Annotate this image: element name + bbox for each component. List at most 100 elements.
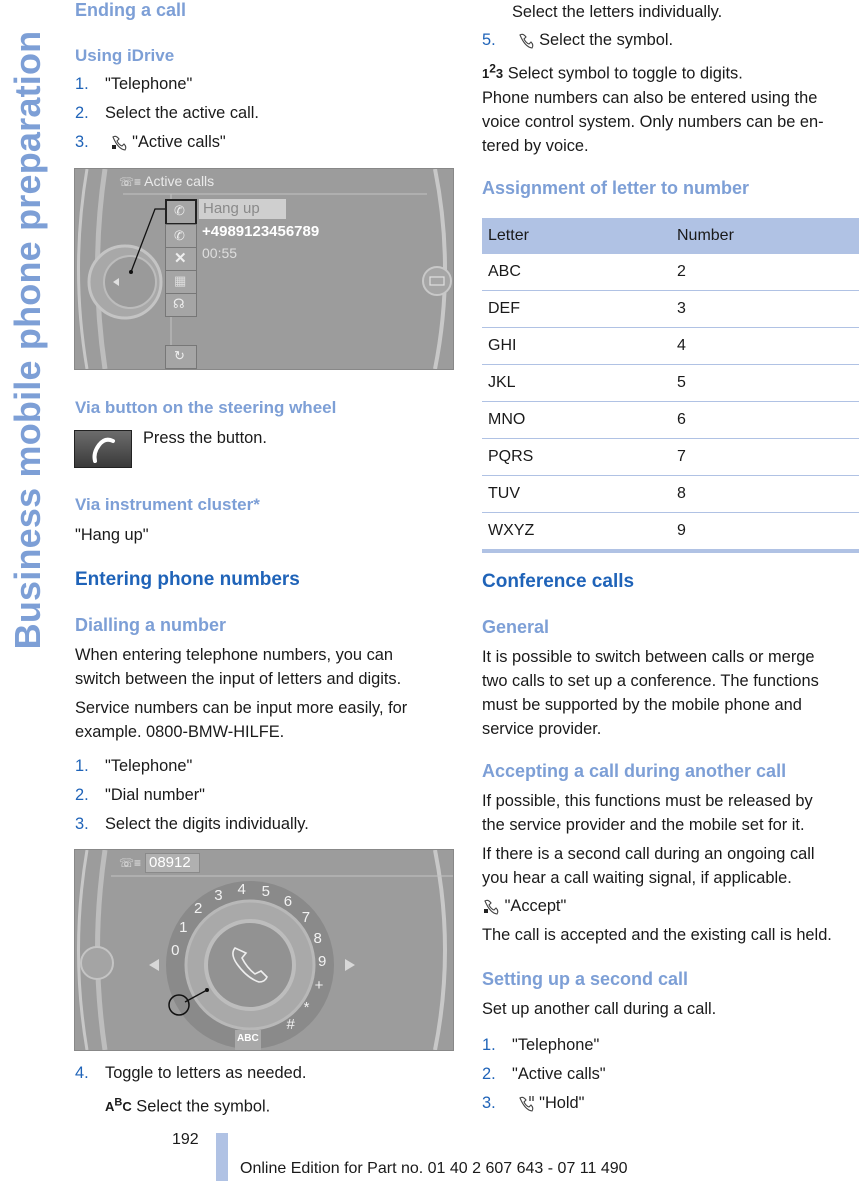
- phone-handset-icon: [92, 437, 115, 463]
- section-title-entering-numbers: Entering phone numbers: [75, 569, 300, 590]
- section-title-conference: Conference calls: [482, 571, 635, 592]
- cell-number: 6: [671, 401, 859, 439]
- table-row: MNO 6: [482, 401, 859, 439]
- keypad-icon: ▦: [174, 273, 187, 288]
- paragraph-line: The call is accepted and the existing ca…: [482, 926, 832, 944]
- paragraph-line: voice control system. Only numbers can b…: [482, 113, 824, 131]
- cell-number: 7: [671, 438, 859, 476]
- table-row: DEF 3: [482, 290, 859, 328]
- table-row: PQRS 7: [482, 438, 859, 476]
- arrow-right-icon[interactable]: [345, 959, 355, 971]
- idrive-screen-dial-number: ☏≡ 08912 0 1 2 3 4 5 6 7 8 9 + * # ABC: [74, 849, 454, 1051]
- dial-screen-header: ☏≡: [119, 854, 141, 870]
- phone-hangup-icon: [111, 135, 126, 151]
- menu-icon-hold[interactable]: ✆: [165, 224, 197, 248]
- step-item: 1. "Telephone": [482, 1036, 600, 1054]
- paragraph-line: If there is a second call during an ongo…: [482, 845, 815, 863]
- subheading-general: General: [482, 617, 550, 637]
- hang-up-option[interactable]: Hang up: [199, 199, 286, 219]
- telephone-menu-icon: ☏≡: [119, 175, 142, 189]
- table-header-row: Letter Number: [482, 218, 859, 254]
- subheading-dialling: Dialling a number: [75, 615, 227, 635]
- arrow-left-icon[interactable]: [149, 959, 159, 971]
- side-chapter-title-text: Business mobile phone preparation: [7, 30, 48, 650]
- step-sub-item: ABC Select the symbol.: [105, 1097, 271, 1116]
- column-header-number: Number: [671, 218, 859, 254]
- dial-digit[interactable]: 2: [194, 900, 202, 917]
- cell-letters: TUV: [482, 475, 671, 513]
- page-number: 192: [172, 1131, 199, 1148]
- phone-hangup-icon: ✆: [174, 203, 185, 218]
- side-chapter-title: Business mobile phone preparation: [0, 0, 58, 680]
- table-row: TUV 8: [482, 475, 859, 513]
- dial-digit[interactable]: 7: [302, 909, 310, 926]
- step-item: 3. Select the digits individually.: [75, 815, 309, 833]
- dial-digit[interactable]: #: [286, 1016, 294, 1033]
- cell-letters: ABC: [482, 254, 671, 291]
- cell-number: 8: [671, 475, 859, 513]
- cell-letters: MNO: [482, 401, 671, 439]
- dial-digit[interactable]: 1: [179, 919, 187, 936]
- table-row: JKL 5: [482, 364, 859, 402]
- cell-letters: DEF: [482, 290, 671, 328]
- caller-phone-number: +4989123456789: [202, 223, 320, 240]
- dial-digit[interactable]: 6: [284, 893, 292, 910]
- step-item: 3. "Hold": [482, 1094, 585, 1112]
- dial-digit[interactable]: +: [315, 977, 324, 994]
- dial-digit[interactable]: 8: [314, 930, 322, 947]
- dial-digit[interactable]: 3: [214, 887, 222, 904]
- cell-letters: PQRS: [482, 438, 671, 476]
- phone-dial-icon: [518, 33, 533, 49]
- cell-letters: JKL: [482, 364, 671, 402]
- paragraph-line: you hear a call waiting signal, if appli…: [482, 869, 792, 887]
- table-row: WXYZ 9: [482, 512, 859, 553]
- steering-wheel-phone-button: [74, 430, 132, 468]
- paragraph-line: two calls to set up a conference. The fu…: [482, 672, 819, 690]
- menu-icon-hang-up[interactable]: ✆: [165, 199, 197, 225]
- dial-center[interactable]: [204, 919, 296, 1011]
- dial-digit[interactable]: 5: [262, 883, 270, 900]
- telephone-menu-icon: ☏≡: [119, 856, 142, 870]
- section-title-ending-call: Ending a call: [75, 0, 187, 20]
- dial-digit[interactable]: *: [304, 999, 310, 1016]
- phone-hold-icon: ✆: [174, 228, 185, 243]
- footer-accent-bar: [216, 1133, 228, 1181]
- dial-digit[interactable]: 9: [318, 953, 326, 970]
- continuation-line: Select the letters individually.: [512, 3, 723, 21]
- accept-line: "Accept": [482, 894, 566, 918]
- paragraph-line: service provider.: [482, 720, 602, 738]
- dial-digit[interactable]: 4: [238, 881, 246, 898]
- subheading-via-instrument-cluster: Via instrument cluster*: [75, 495, 260, 514]
- menu-icon-mute[interactable]: ✕: [165, 247, 197, 271]
- step-item: 3. "Active calls": [75, 133, 226, 151]
- cell-number: 5: [671, 364, 859, 402]
- paragraph-line: switch between the input of letters and …: [75, 670, 402, 688]
- phone-swap-icon: ↻: [174, 348, 185, 363]
- cell-number: 9: [671, 512, 859, 553]
- menu-icon-keypad[interactable]: ▦: [165, 270, 197, 294]
- call-duration: 00:55: [202, 245, 238, 261]
- cluster-hang-up-text: "Hang up": [75, 526, 149, 544]
- dial-digit[interactable]: 0: [171, 942, 179, 959]
- column-header-letter: Letter: [482, 218, 671, 254]
- cell-letters: WXYZ: [482, 512, 671, 553]
- 123-toggle-icon: 123: [482, 62, 504, 82]
- press-button-text: Press the button.: [143, 429, 267, 447]
- phone-accept-icon: [484, 899, 499, 915]
- table-row: GHI 4: [482, 327, 859, 365]
- menu-icon-swap[interactable]: ↻: [165, 345, 197, 369]
- abc-toggle-icon: ABC: [105, 1097, 132, 1115]
- paragraph-line: When entering telephone numbers, you can: [75, 646, 394, 664]
- menu-icon-conference[interactable]: ☊: [165, 293, 197, 317]
- digits-toggle-line: 123 Select symbol to toggle to digits.: [482, 62, 743, 83]
- step-item: 2. "Active calls": [482, 1065, 606, 1083]
- cell-letters: GHI: [482, 327, 671, 365]
- letter-number-table: Letter Number ABC 2 DEF 3 GHI 4 JKL 5 MNO 6 PQRS 7 T…: [482, 218, 859, 553]
- subheading-assignment: Assignment of letter to number: [482, 178, 750, 198]
- paragraph-line: Phone numbers can also be entered using …: [482, 89, 818, 107]
- entered-number-field[interactable]: 08912: [145, 853, 200, 873]
- subheading-via-steering-wheel: Via button on the steering wheel: [75, 398, 337, 417]
- footer-edition: Online Edition for Part no. 01 40 2 607 …: [240, 1160, 628, 1177]
- abc-toggle-label[interactable]: ABC: [237, 1033, 259, 1044]
- paragraph-line: example. 0800-BMW-HILFE.: [75, 723, 285, 741]
